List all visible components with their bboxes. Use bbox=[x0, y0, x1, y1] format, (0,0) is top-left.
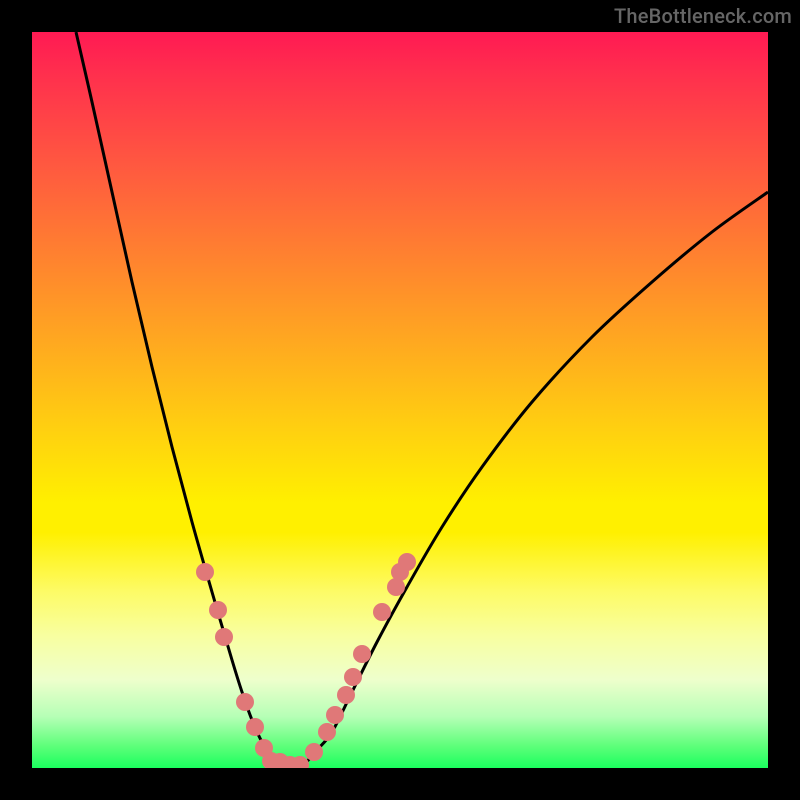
data-dot bbox=[398, 553, 416, 571]
data-dot bbox=[215, 628, 233, 646]
right-curve bbox=[304, 192, 768, 765]
chart-frame: TheBottleneck.com bbox=[0, 0, 800, 800]
data-dot bbox=[318, 723, 336, 741]
data-dot bbox=[337, 686, 355, 704]
data-dot bbox=[305, 743, 323, 761]
watermark-label: TheBottleneck.com bbox=[614, 4, 792, 28]
data-dot bbox=[246, 718, 264, 736]
data-dot bbox=[196, 563, 214, 581]
chart-svg bbox=[32, 32, 768, 768]
plot-area bbox=[32, 32, 768, 768]
left-curve bbox=[76, 32, 280, 765]
data-dot bbox=[353, 645, 371, 663]
data-dot bbox=[373, 603, 391, 621]
data-dot bbox=[326, 706, 344, 724]
data-dot bbox=[344, 668, 362, 686]
data-dot bbox=[209, 601, 227, 619]
data-dot bbox=[236, 693, 254, 711]
bottom-dots bbox=[196, 553, 416, 768]
